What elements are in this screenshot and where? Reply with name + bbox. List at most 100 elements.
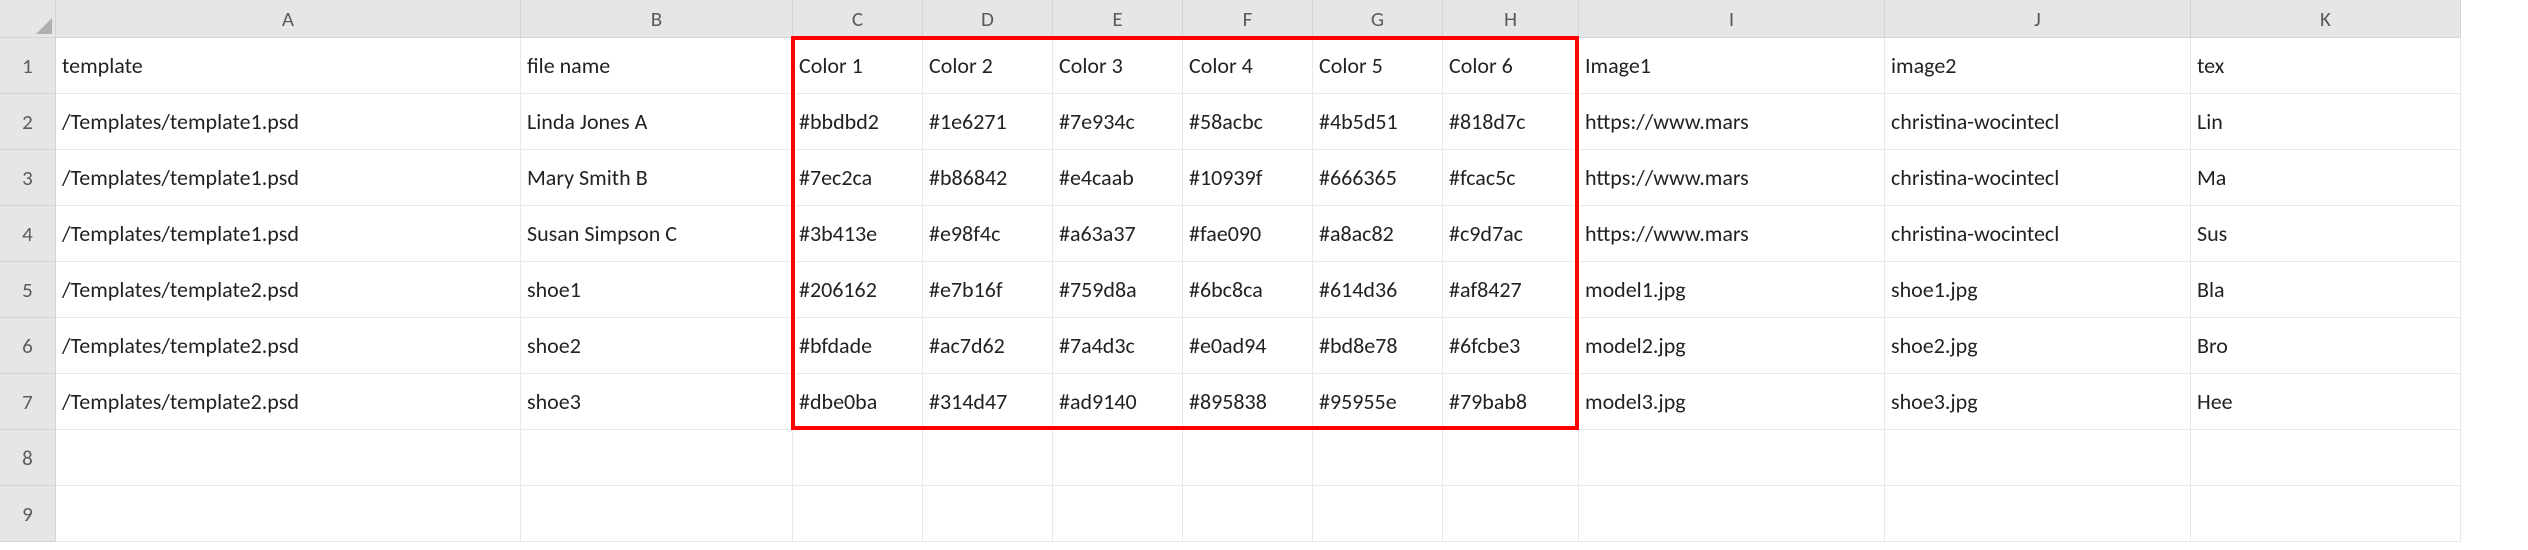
- cell-E9[interactable]: [1053, 486, 1183, 542]
- cell-C1[interactable]: Color 1: [793, 38, 923, 94]
- cell-G4[interactable]: #a8ac82: [1313, 206, 1443, 262]
- cell-G2[interactable]: #4b5d51: [1313, 94, 1443, 150]
- cell-F8[interactable]: [1183, 430, 1313, 486]
- row-header-2[interactable]: 2: [0, 94, 56, 150]
- cell-D1[interactable]: Color 2: [923, 38, 1053, 94]
- cell-B1[interactable]: file name: [521, 38, 793, 94]
- cell-J3[interactable]: christina-wocintecl: [1885, 150, 2191, 206]
- cell-I1[interactable]: Image1: [1579, 38, 1885, 94]
- cell-J1[interactable]: image2: [1885, 38, 2191, 94]
- cell-G9[interactable]: [1313, 486, 1443, 542]
- cell-F1[interactable]: Color 4: [1183, 38, 1313, 94]
- column-header-H[interactable]: H: [1443, 0, 1579, 38]
- cell-K6[interactable]: Bro: [2191, 318, 2461, 374]
- cell-A7[interactable]: /Templates/template2.psd: [56, 374, 521, 430]
- cell-B4[interactable]: Susan Simpson C: [521, 206, 793, 262]
- cell-C9[interactable]: [793, 486, 923, 542]
- cell-C4[interactable]: #3b413e: [793, 206, 923, 262]
- cell-F3[interactable]: #10939f: [1183, 150, 1313, 206]
- column-header-D[interactable]: D: [923, 0, 1053, 38]
- column-header-K[interactable]: K: [2191, 0, 2461, 38]
- cell-A3[interactable]: /Templates/template1.psd: [56, 150, 521, 206]
- cell-B2[interactable]: Linda Jones A: [521, 94, 793, 150]
- cell-A8[interactable]: [56, 430, 521, 486]
- cell-G6[interactable]: #bd8e78: [1313, 318, 1443, 374]
- cell-C3[interactable]: #7ec2ca: [793, 150, 923, 206]
- row-header-6[interactable]: 6: [0, 318, 56, 374]
- cell-K8[interactable]: [2191, 430, 2461, 486]
- cell-C7[interactable]: #dbe0ba: [793, 374, 923, 430]
- cell-H5[interactable]: #af8427: [1443, 262, 1579, 318]
- cell-K4[interactable]: Sus: [2191, 206, 2461, 262]
- cell-I5[interactable]: model1.jpg: [1579, 262, 1885, 318]
- cell-E7[interactable]: #ad9140: [1053, 374, 1183, 430]
- column-header-B[interactable]: B: [521, 0, 793, 38]
- column-header-G[interactable]: G: [1313, 0, 1443, 38]
- cell-B9[interactable]: [521, 486, 793, 542]
- cell-H1[interactable]: Color 6: [1443, 38, 1579, 94]
- row-header-1[interactable]: 1: [0, 38, 56, 94]
- row-header-7[interactable]: 7: [0, 374, 56, 430]
- cell-K7[interactable]: Hee: [2191, 374, 2461, 430]
- cell-E4[interactable]: #a63a37: [1053, 206, 1183, 262]
- cell-A9[interactable]: [56, 486, 521, 542]
- column-header-F[interactable]: F: [1183, 0, 1313, 38]
- cell-F2[interactable]: #58acbc: [1183, 94, 1313, 150]
- cell-G7[interactable]: #95955e: [1313, 374, 1443, 430]
- cell-H7[interactable]: #79bab8: [1443, 374, 1579, 430]
- cell-K1[interactable]: tex: [2191, 38, 2461, 94]
- cell-H8[interactable]: [1443, 430, 1579, 486]
- cell-K9[interactable]: [2191, 486, 2461, 542]
- cell-E2[interactable]: #7e934c: [1053, 94, 1183, 150]
- cell-G5[interactable]: #614d36: [1313, 262, 1443, 318]
- cell-J8[interactable]: [1885, 430, 2191, 486]
- cell-D4[interactable]: #e98f4c: [923, 206, 1053, 262]
- cell-J5[interactable]: shoe1.jpg: [1885, 262, 2191, 318]
- cell-D2[interactable]: #1e6271: [923, 94, 1053, 150]
- cell-H2[interactable]: #818d7c: [1443, 94, 1579, 150]
- cell-A6[interactable]: /Templates/template2.psd: [56, 318, 521, 374]
- row-header-8[interactable]: 8: [0, 430, 56, 486]
- cell-D5[interactable]: #e7b16f: [923, 262, 1053, 318]
- column-header-I[interactable]: I: [1579, 0, 1885, 38]
- cell-E3[interactable]: #e4caab: [1053, 150, 1183, 206]
- cell-D6[interactable]: #ac7d62: [923, 318, 1053, 374]
- cell-I2[interactable]: https://www.mars: [1579, 94, 1885, 150]
- column-header-C[interactable]: C: [793, 0, 923, 38]
- cell-A4[interactable]: /Templates/template1.psd: [56, 206, 521, 262]
- cell-B8[interactable]: [521, 430, 793, 486]
- cell-C2[interactable]: #bbdbd2: [793, 94, 923, 150]
- cell-J7[interactable]: shoe3.jpg: [1885, 374, 2191, 430]
- cell-F4[interactable]: #fae090: [1183, 206, 1313, 262]
- column-header-A[interactable]: A: [56, 0, 521, 38]
- cell-E6[interactable]: #7a4d3c: [1053, 318, 1183, 374]
- spreadsheet-grid[interactable]: ABCDEFGHIJK 123456789 templatefile nameC…: [0, 0, 2528, 550]
- cell-F9[interactable]: [1183, 486, 1313, 542]
- cell-B3[interactable]: Mary Smith B: [521, 150, 793, 206]
- column-header-J[interactable]: J: [1885, 0, 2191, 38]
- cell-H4[interactable]: #c9d7ac: [1443, 206, 1579, 262]
- cell-I8[interactable]: [1579, 430, 1885, 486]
- cell-K3[interactable]: Ma: [2191, 150, 2461, 206]
- cell-A2[interactable]: /Templates/template1.psd: [56, 94, 521, 150]
- cell-A1[interactable]: template: [56, 38, 521, 94]
- cell-J6[interactable]: shoe2.jpg: [1885, 318, 2191, 374]
- cell-H9[interactable]: [1443, 486, 1579, 542]
- cell-J2[interactable]: christina-wocintecl: [1885, 94, 2191, 150]
- cell-I4[interactable]: https://www.mars: [1579, 206, 1885, 262]
- cell-J9[interactable]: [1885, 486, 2191, 542]
- cell-H3[interactable]: #fcac5c: [1443, 150, 1579, 206]
- cell-F6[interactable]: #e0ad94: [1183, 318, 1313, 374]
- cell-K2[interactable]: Lin: [2191, 94, 2461, 150]
- select-all-corner[interactable]: [0, 0, 56, 38]
- cell-I3[interactable]: https://www.mars: [1579, 150, 1885, 206]
- row-header-9[interactable]: 9: [0, 486, 56, 542]
- cell-B6[interactable]: shoe2: [521, 318, 793, 374]
- cell-D7[interactable]: #314d47: [923, 374, 1053, 430]
- cell-C6[interactable]: #bfdade: [793, 318, 923, 374]
- column-header-E[interactable]: E: [1053, 0, 1183, 38]
- cell-K5[interactable]: Bla: [2191, 262, 2461, 318]
- cell-B7[interactable]: shoe3: [521, 374, 793, 430]
- cell-I9[interactable]: [1579, 486, 1885, 542]
- cell-F7[interactable]: #895838: [1183, 374, 1313, 430]
